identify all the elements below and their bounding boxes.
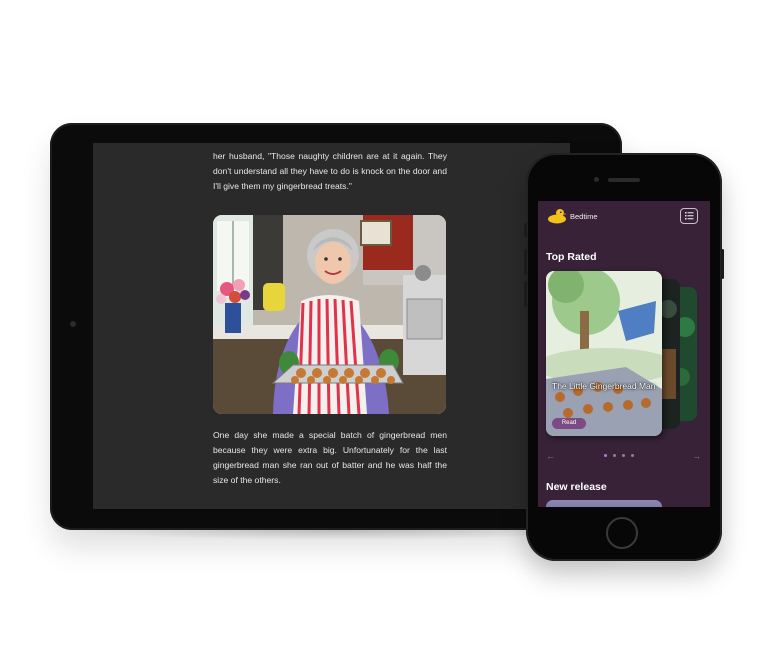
card-title: The Little Gingerbread Man [552,381,656,391]
story-paragraph: her husband, "Those naughty children are… [213,151,447,191]
menu-button[interactable] [680,208,698,224]
phone-side-button [524,223,527,237]
phone-camera [594,177,599,182]
carousel-dot[interactable] [604,454,607,457]
phone-volume-down [524,281,527,307]
tablet-screen: her husband, "Those naughty children are… [93,143,570,509]
grandma-baking-image [213,215,446,414]
phone-volume-up [524,249,527,275]
arrow-left-icon[interactable]: ← [546,451,555,461]
tablet-camera [70,321,76,327]
list-icon [685,212,694,220]
duck-icon[interactable] [547,208,567,229]
section-title-top-rated: Top Rated [546,251,597,263]
read-button[interactable]: Read [552,418,586,429]
phone-screen: Bedtime Top Rated The Little Gingerbread… [538,201,710,507]
phone-device: Bedtime Top Rated The Little Gingerbread… [524,153,724,561]
carousel-card-gingerbread[interactable]: The Little Gingerbread Man Read [546,271,662,436]
app-name[interactable]: Bedtime [570,212,598,221]
carousel-dots [604,454,634,457]
app-header: Bedtime [538,201,710,231]
home-button[interactable] [606,517,638,549]
arrow-right-icon[interactable]: → [692,451,701,461]
story-paragraph: One day she made a special batch of ging… [213,430,447,485]
story-illustration [213,215,446,414]
gingerbread-cover-image [546,271,662,436]
section-title-new-release: New release [546,481,607,493]
carousel-dot[interactable] [631,454,634,457]
carousel-dot[interactable] [622,454,625,457]
carousel-dot[interactable] [613,454,616,457]
phone-power-button [721,249,724,279]
phone-speaker [608,178,640,182]
new-release-card[interactable] [546,500,662,507]
